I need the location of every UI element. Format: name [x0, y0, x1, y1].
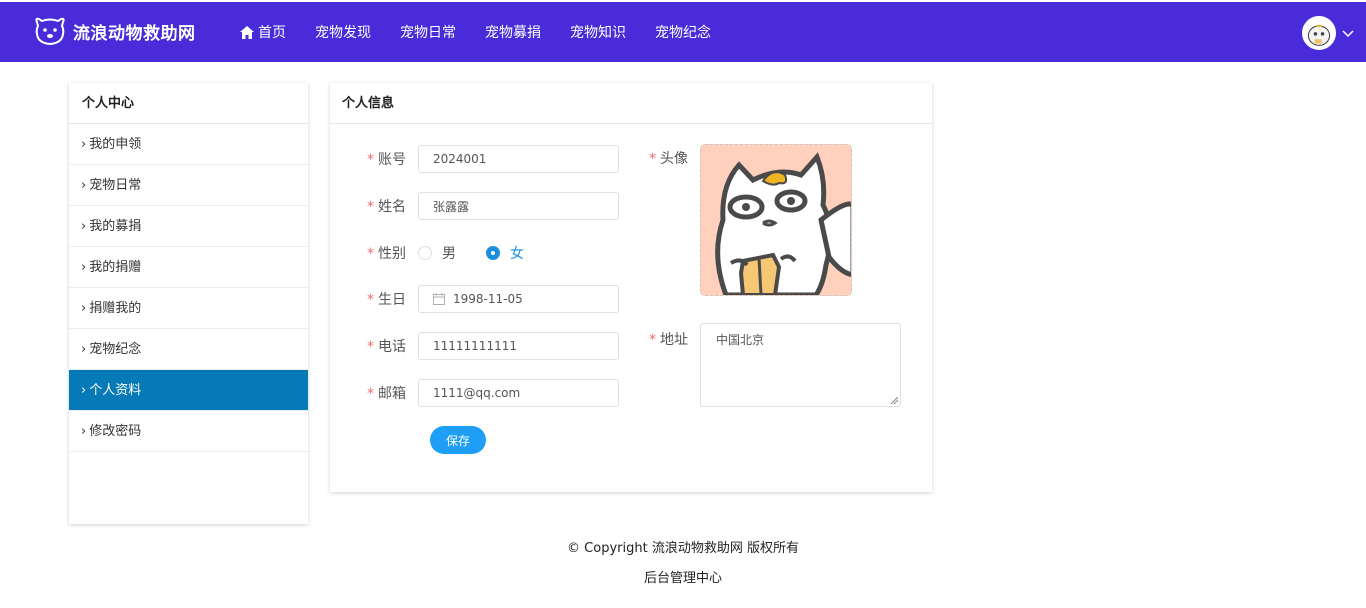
top-navbar: 流浪动物救助网 首页 宠物发现 宠物日常 宠物募捐 宠物知识 宠物纪念 — [0, 2, 1366, 62]
cat-avatar-icon — [1304, 18, 1334, 48]
phone-row: * 电话 11111111111 — [330, 332, 619, 360]
chevron-right-icon: › — [81, 178, 87, 193]
account-field[interactable]: 2024001 — [418, 145, 619, 173]
calendar-icon — [433, 293, 445, 305]
user-menu[interactable] — [1302, 16, 1354, 50]
sidebar-item-my-donations[interactable]: › 我的捐赠 — [69, 247, 308, 288]
sidebar-item-profile[interactable]: › 个人资料 — [69, 370, 308, 411]
avatar-row: * 头像 — [612, 144, 852, 296]
sidebar-item-label: 我的申领 — [89, 137, 142, 152]
home-icon — [240, 25, 254, 39]
gender-radio-female[interactable]: 女 — [486, 243, 524, 263]
sidebar-item-label: 宠物日常 — [89, 178, 142, 193]
sidebar-item-label: 我的募捐 — [89, 219, 142, 234]
chevron-right-icon: › — [81, 219, 87, 234]
save-button[interactable]: 保存 — [430, 426, 486, 454]
sidebar-item-my-claims[interactable]: › 我的申领 — [69, 124, 308, 165]
profile-panel: 个人信息 * 账号 2024001 * 姓名 张露露 * 性别 男 女 * 生日 199… — [330, 83, 932, 492]
gender-row: * 性别 男 女 — [330, 243, 554, 263]
nav-item-label: 宠物日常 — [400, 25, 456, 41]
nav-item-label: 宠物纪念 — [655, 25, 711, 41]
sidebar-item-change-password[interactable]: › 修改密码 — [69, 411, 308, 452]
nav-item-pet-daily[interactable]: 宠物日常 — [400, 22, 456, 42]
sidebar-item-label: 个人资料 — [89, 383, 142, 398]
phone-label: * 电话 — [367, 339, 406, 355]
brand-logo[interactable]: 流浪动物救助网 — [33, 14, 196, 48]
name-label: * 姓名 — [367, 199, 406, 215]
nav-item-pet-knowledge[interactable]: 宠物知识 — [570, 22, 626, 42]
sidebar-item-my-fundraising[interactable]: › 我的募捐 — [69, 206, 308, 247]
email-row: * 邮箱 1111@qq.com — [330, 379, 619, 407]
nav-item-label: 宠物发现 — [315, 25, 371, 41]
sidebar-item-label: 宠物纪念 — [89, 342, 142, 357]
name-row: * 姓名 张露露 — [330, 192, 619, 220]
chevron-right-icon: › — [81, 342, 87, 357]
nav-item-pet-memorial[interactable]: 宠物纪念 — [655, 22, 711, 42]
email-field[interactable]: 1111@qq.com — [418, 379, 619, 407]
brand-name: 流浪动物救助网 — [73, 23, 196, 44]
sidebar-title: 个人中心 — [69, 83, 308, 124]
nav-item-label: 宠物知识 — [570, 25, 626, 41]
email-label: * 邮箱 — [367, 386, 406, 402]
sidebar-item-label: 我的捐赠 — [89, 260, 142, 275]
gender-radio-group: 男 女 — [418, 243, 554, 263]
sidebar-item-label: 修改密码 — [89, 424, 142, 439]
chevron-right-icon: › — [81, 383, 87, 398]
chevron-right-icon: › — [81, 137, 87, 152]
sidebar-item-pet-memorial[interactable]: › 宠物纪念 — [69, 329, 308, 370]
panel-title: 个人信息 — [330, 83, 932, 124]
chevron-down-icon[interactable] — [1342, 27, 1354, 39]
avatar-label: * 头像 — [649, 151, 688, 167]
phone-field[interactable]: 11111111111 — [418, 332, 619, 360]
name-field[interactable]: 张露露 — [418, 192, 619, 220]
dog-logo-icon — [35, 17, 65, 46]
sidebar-item-donations-to-me[interactable]: › 捐赠我的 — [69, 288, 308, 329]
nav-item-label: 宠物募捐 — [485, 25, 541, 41]
avatar-upload[interactable] — [700, 144, 852, 296]
address-label: * 地址 — [649, 332, 688, 348]
nav-item-label: 首页 — [258, 25, 286, 41]
resize-grip-icon[interactable] — [890, 396, 898, 404]
chevron-right-icon: › — [81, 424, 87, 439]
sidebar-item-label: 捐赠我的 — [89, 301, 142, 316]
address-row: * 地址 中国北京 — [612, 323, 901, 407]
birthday-date-picker[interactable]: 1998-11-05 — [418, 285, 619, 313]
sidebar: 个人中心 › 我的申领 › 宠物日常 › 我的募捐 › 我的捐赠 › 捐赠我的 › 宠物纪念… — [69, 83, 308, 524]
birthday-row: * 生日 1998-11-05 — [330, 285, 619, 313]
nav-item-pet-discovery[interactable]: 宠物发现 — [315, 22, 371, 42]
sidebar-item-pet-daily[interactable]: › 宠物日常 — [69, 165, 308, 206]
birthday-label: * 生日 — [367, 292, 406, 308]
chevron-right-icon: › — [81, 260, 87, 275]
nav-item-pet-fundraising[interactable]: 宠物募捐 — [485, 22, 541, 42]
gender-label: * 性别 — [367, 246, 406, 262]
footer-admin-link[interactable]: 后台管理中心 — [0, 567, 1366, 586]
main-nav: 首页 宠物发现 宠物日常 宠物募捐 宠物知识 宠物纪念 — [240, 2, 740, 62]
address-textarea[interactable]: 中国北京 — [700, 323, 901, 407]
chevron-right-icon: › — [81, 301, 87, 316]
cat-avatar-image — [701, 145, 851, 295]
account-label: * 账号 — [367, 152, 406, 168]
footer-copyright: © Copyright 流浪动物救助网 版权所有 — [567, 541, 799, 556]
nav-item-home[interactable]: 首页 — [240, 22, 286, 42]
gender-radio-male[interactable]: 男 — [418, 243, 456, 263]
user-avatar[interactable] — [1302, 16, 1336, 50]
account-row: * 账号 2024001 — [330, 145, 619, 173]
